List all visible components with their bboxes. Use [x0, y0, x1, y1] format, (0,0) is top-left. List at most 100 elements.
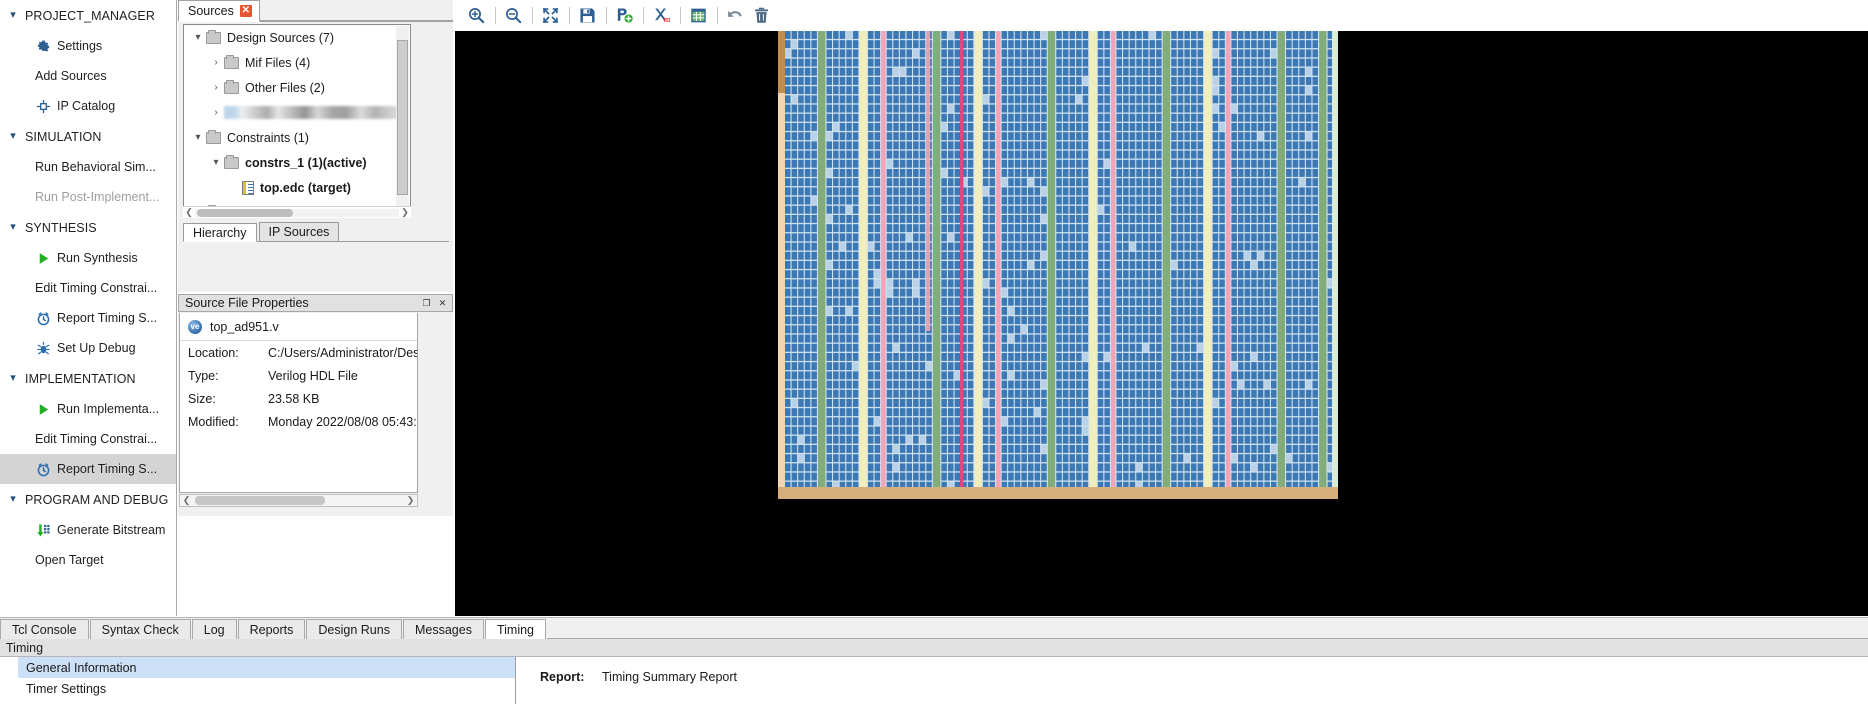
fpga-die-floorplan[interactable]: [778, 31, 1338, 499]
close-icon[interactable]: ✕: [437, 298, 448, 309]
subtab-hierarchy[interactable]: Hierarchy: [183, 223, 257, 242]
sources-tree-vscrollbar[interactable]: [396, 26, 409, 218]
props-file-header[interactable]: ve top_ad951.v: [180, 313, 417, 341]
nav-item-report-timing-s[interactable]: Report Timing S...: [0, 454, 176, 484]
toolbar-separator: [643, 7, 644, 24]
property-key: Location:: [188, 346, 268, 360]
chevron-down-icon[interactable]: ▾: [190, 132, 206, 143]
chevron-down-icon[interactable]: ▾: [190, 32, 206, 43]
nav-section-label: SYNTHESIS: [25, 221, 97, 235]
chevron-right-icon[interactable]: ›: [208, 57, 224, 68]
save-icon[interactable]: [575, 3, 600, 28]
nav-item-run-synthesis[interactable]: Run Synthesis: [0, 243, 176, 273]
close-icon[interactable]: ✕: [240, 5, 252, 17]
nav-section-label: PROGRAM AND DEBUG: [25, 493, 168, 507]
source-file-properties-panel: Source File Properties ❐ ✕ ve top_ad951.…: [178, 294, 453, 516]
folder-icon: [224, 82, 239, 94]
zoom-out-icon[interactable]: [501, 3, 526, 28]
property-key: Modified:: [188, 415, 268, 429]
zoom-in-icon[interactable]: [464, 3, 489, 28]
tree-row[interactable]: › Mif Files (4): [184, 50, 410, 75]
chevron-down-icon[interactable]: ▾: [6, 9, 20, 23]
bottom-tab-reports[interactable]: Reports: [238, 619, 306, 639]
tree-row[interactable]: top.edc (target): [184, 175, 410, 200]
nav-item-edit-timing-constrai[interactable]: Edit Timing Constrai...: [0, 273, 176, 303]
tree-row[interactable]: ▾ Constraints (1): [184, 125, 410, 150]
undo-icon[interactable]: [723, 3, 748, 28]
scrollbar-thumb[interactable]: [397, 40, 408, 195]
bottom-tab-messages[interactable]: Messages: [403, 619, 484, 639]
nav-item-report-timing-s[interactable]: Report Timing S...: [0, 303, 176, 333]
chevron-down-icon[interactable]: ▾: [6, 372, 20, 386]
property-key: Type:: [188, 369, 268, 383]
bottom-tab-tcl-console[interactable]: Tcl Console: [0, 619, 89, 639]
nav-section-simulation[interactable]: ▾ SIMULATION: [0, 121, 176, 152]
flow-navigator: ▾ PROJECT_MANAGER Settings Add Sources I…: [0, 0, 177, 616]
sources-tree[interactable]: ▾ Design Sources (7) › Mif Files (4) › O…: [183, 24, 411, 218]
props-body: ve top_ad951.v Location: C:/Users/Admini…: [179, 313, 418, 493]
timing-tree-item[interactable]: Timer Settings: [18, 678, 515, 699]
nav-item-run-behavioral-sim[interactable]: Run Behavioral Sim...: [0, 152, 176, 182]
nav-section-implementation[interactable]: ▾ IMPLEMENTATION: [0, 363, 176, 394]
bottom-tab-log[interactable]: Log: [192, 619, 237, 639]
zoom-fit-icon[interactable]: [538, 3, 563, 28]
chevron-down-icon[interactable]: ▾: [208, 157, 224, 168]
scroll-left-icon[interactable]: ❮: [183, 207, 195, 218]
spreadsheet-icon[interactable]: [686, 3, 711, 28]
timing-report-pane: Report: Timing Summary Report: [520, 657, 1868, 704]
bottom-tab-timing[interactable]: Timing: [485, 619, 546, 639]
nav-item-edit-timing-constrai[interactable]: Edit Timing Constrai...: [0, 424, 176, 454]
chevron-down-icon[interactable]: ▾: [6, 130, 20, 144]
timing-tree-label: General Information: [26, 661, 136, 675]
nav-section-label: SIMULATION: [25, 130, 101, 144]
nav-section-label: PROJECT_MANAGER: [25, 9, 155, 23]
restore-icon[interactable]: ❐: [421, 298, 432, 309]
bottom-tab-label: Design Runs: [318, 623, 390, 637]
nav-item-label: IP Catalog: [57, 99, 115, 113]
tree-row[interactable]: ▾ Design Sources (7): [184, 25, 410, 50]
tree-row[interactable]: › Other Files (2): [184, 75, 410, 100]
unplace-icon[interactable]: [649, 3, 674, 28]
nav-item-ip-catalog[interactable]: IP Catalog: [0, 91, 176, 121]
nav-item-run-implementa[interactable]: Run Implementa...: [0, 394, 176, 424]
scroll-right-icon[interactable]: ❯: [399, 207, 411, 218]
chevron-right-icon[interactable]: ›: [208, 82, 224, 93]
nav-item-settings[interactable]: Settings: [0, 31, 176, 61]
tree-row[interactable]: ▾ constrs_1 (1)(active): [184, 150, 410, 175]
tree-row-label: Design Sources (7): [227, 31, 334, 45]
tab-sources[interactable]: Sources ✕: [178, 0, 260, 22]
chevron-down-icon[interactable]: ▾: [6, 221, 20, 235]
subtab-label: Hierarchy: [193, 226, 247, 240]
subtab-ip-sources[interactable]: IP Sources: [259, 222, 340, 241]
chevron-right-icon[interactable]: ›: [208, 107, 224, 118]
props-hscrollbar[interactable]: ❮ ❯: [179, 494, 418, 507]
bug-icon: [35, 341, 52, 356]
sources-tree-hscrollbar[interactable]: ❮ ❯: [183, 206, 411, 218]
bottom-tab-syntax-check[interactable]: Syntax Check: [90, 619, 191, 639]
delete-icon[interactable]: [749, 3, 774, 28]
scrollbar-track[interactable]: [195, 209, 399, 217]
timing-tree-item[interactable]: General Information: [18, 657, 515, 678]
property-value: 23.58 KB: [268, 392, 319, 406]
nav-item-generate-bitstream[interactable]: Generate Bitstream: [0, 515, 176, 545]
scroll-right-icon[interactable]: ❯: [404, 495, 417, 506]
nav-item-add-sources[interactable]: Add Sources: [0, 61, 176, 91]
bottom-tab-design-runs[interactable]: Design Runs: [306, 619, 402, 639]
nav-item-open-target[interactable]: Open Target: [0, 545, 176, 575]
scroll-left-icon[interactable]: ❮: [180, 495, 193, 506]
nav-item-label: Set Up Debug: [57, 341, 136, 355]
scrollbar-track[interactable]: [193, 496, 404, 505]
redacted-label: [224, 106, 404, 119]
tree-row[interactable]: ›: [184, 100, 410, 125]
tree-row-label: Other Files (2): [245, 81, 325, 95]
nav-section-project-manager[interactable]: ▾ PROJECT_MANAGER: [0, 0, 176, 31]
chevron-down-icon[interactable]: ▾: [6, 493, 20, 507]
device-canvas[interactable]: [455, 31, 1868, 616]
folder-icon: [206, 32, 221, 44]
nav-item-set-up-debug[interactable]: Set Up Debug: [0, 333, 176, 363]
timing-tree[interactable]: General Information Timer Settings: [18, 657, 516, 704]
nav-section-synthesis[interactable]: ▾ SYNTHESIS: [0, 212, 176, 243]
add-port-icon[interactable]: [612, 3, 637, 28]
nav-section-program-and-debug[interactable]: ▾ PROGRAM AND DEBUG: [0, 484, 176, 515]
nav-item-run-post-implement[interactable]: Run Post-Implement...: [0, 182, 176, 212]
